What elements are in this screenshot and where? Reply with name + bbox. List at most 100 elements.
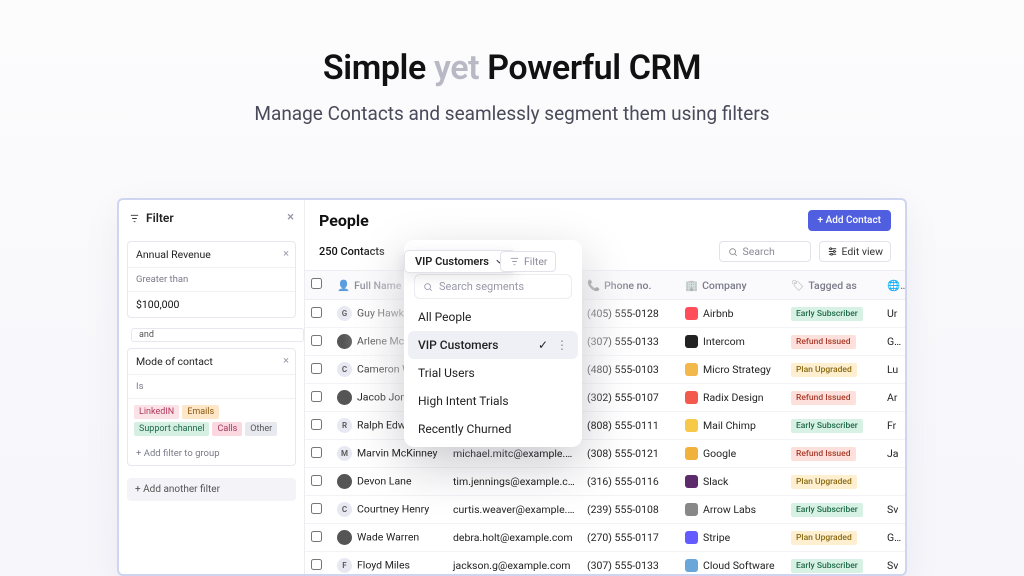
segment-item-label: VIP Customers <box>418 338 498 352</box>
contact-email: jackson.g@example.com <box>447 552 581 575</box>
filter-operator[interactable]: Is <box>128 375 295 399</box>
row-extra: Lu <box>881 356 905 384</box>
company-badge <box>685 559 698 572</box>
chip-other[interactable]: Other <box>245 422 277 436</box>
table-row[interactable]: Devon Lanetim.jennings@example.com(316) … <box>305 468 905 496</box>
sliders-icon <box>827 246 838 257</box>
avatar: G <box>337 306 352 321</box>
contact-phone: (239) 555-0108 <box>581 496 679 524</box>
row-checkbox[interactable] <box>311 503 322 514</box>
avatar: M <box>337 446 352 461</box>
hero-title-c: Powerful CRM <box>487 48 701 88</box>
contact-phone: (307) 555-0133 <box>581 552 679 575</box>
company-name: Google <box>703 447 736 460</box>
segment-item-label: High Intent Trials <box>418 394 509 408</box>
segment-item[interactable]: VIP Customers✓⋮ <box>408 331 578 359</box>
row-checkbox[interactable] <box>311 391 322 402</box>
contact-count: 250 Contacts <box>319 245 385 258</box>
hero-title-b: yet <box>434 48 487 88</box>
company-name: Intercom <box>703 335 745 348</box>
company-name: Mail Chimp <box>703 419 756 432</box>
chip-linkedin[interactable]: LinkedIN <box>134 405 179 419</box>
row-checkbox[interactable] <box>311 363 322 374</box>
table-row[interactable]: Wade Warrendebra.holt@example.com(270) 5… <box>305 524 905 552</box>
row-checkbox[interactable] <box>311 307 322 318</box>
filter-field[interactable]: Annual Revenue × <box>128 242 295 268</box>
filter-value[interactable]: $100,000 <box>128 292 295 317</box>
filter-field-label: Annual Revenue <box>136 248 211 261</box>
avatar <box>337 390 352 405</box>
segment-item[interactable]: All People <box>408 303 578 331</box>
filter-group-revenue: Annual Revenue × Greater than $100,000 <box>127 241 296 318</box>
select-all-checkbox[interactable] <box>311 278 322 289</box>
hero-subtitle: Manage Contacts and seamlessly segment t… <box>0 102 1024 125</box>
table-row[interactable]: FFloyd Milesjackson.g@example.com(307) 5… <box>305 552 905 575</box>
contact-phone: (405) 555-0128 <box>581 300 679 328</box>
row-checkbox[interactable] <box>311 475 322 486</box>
row-extra: Ge <box>881 524 905 552</box>
segment-item[interactable]: Recently Churned <box>408 415 578 443</box>
search-icon <box>728 247 738 257</box>
contact-name: Floyd Miles <box>357 558 410 571</box>
global-search[interactable]: Search <box>719 241 811 262</box>
contact-name: Wade Warren <box>357 530 419 543</box>
row-extra: Ur <box>881 300 905 328</box>
contact-name: Devon Lane <box>357 474 412 487</box>
edit-view-button[interactable]: Edit view <box>819 241 891 262</box>
status-tag: Refund Issued <box>791 447 856 461</box>
company-badge <box>685 419 698 432</box>
segment-search-placeholder: Search segments <box>439 280 524 293</box>
row-checkbox[interactable] <box>311 335 322 346</box>
chip-support[interactable]: Support channel <box>134 422 209 436</box>
table-row[interactable]: MMarvin McKinneymichael.mitc@example.com… <box>305 440 905 468</box>
page-title: People <box>319 211 369 230</box>
chip-emails[interactable]: Emails <box>182 405 219 419</box>
remove-filter-icon[interactable]: × <box>283 354 289 367</box>
search-placeholder: Search <box>743 245 775 258</box>
contact-name: Marvin McKinney <box>357 446 437 459</box>
segment-item[interactable]: Trial Users <box>408 359 578 387</box>
row-checkbox[interactable] <box>311 419 322 430</box>
company-name: Arrow Labs <box>703 503 756 516</box>
table-row[interactable]: Arlene McCoy(307) 555-0133IntercomRefund… <box>305 328 905 356</box>
filter-button[interactable]: Filter <box>500 251 556 272</box>
segment-search[interactable]: Search segments <box>414 274 572 299</box>
add-another-filter[interactable]: + Add another filter <box>127 478 296 501</box>
contact-phone: (307) 555-0133 <box>581 328 679 356</box>
search-icon <box>423 282 433 292</box>
person-icon: 👤 <box>337 279 350 292</box>
segment-item-label: Recently Churned <box>418 422 511 436</box>
table-row[interactable]: CCameron W.(480) 555-0103Micro StrategyP… <box>305 356 905 384</box>
table-row[interactable]: GGuy Hawkins(405) 555-0128AirbnbEarly Su… <box>305 300 905 328</box>
row-checkbox[interactable] <box>311 559 322 570</box>
contact-phone: (480) 555-0103 <box>581 356 679 384</box>
add-contact-button[interactable]: + Add Contact <box>808 210 891 231</box>
status-tag: Early Subscriber <box>791 559 863 573</box>
filter-joiner[interactable]: and <box>131 328 304 342</box>
row-checkbox[interactable] <box>311 531 322 542</box>
chip-calls[interactable]: Calls <box>212 422 242 436</box>
hero-title: Simple yet Powerful CRM <box>0 48 1024 88</box>
kebab-icon[interactable]: ⋮ <box>556 338 568 352</box>
company-badge <box>685 503 698 516</box>
table-row[interactable]: RRalph Edwardsexample.co…(808) 555-0111M… <box>305 412 905 440</box>
col-phone: 📞Phone no. <box>581 271 679 300</box>
phone-icon: 📞 <box>587 279 600 292</box>
segment-selected-label: VIP Customers <box>415 255 489 268</box>
row-extra <box>881 468 905 496</box>
company-badge <box>685 307 698 320</box>
close-filter-icon[interactable]: × <box>287 210 294 225</box>
status-tag: Refund Issued <box>791 335 856 349</box>
filter-icon <box>509 256 520 267</box>
remove-filter-icon[interactable]: × <box>283 247 289 260</box>
filter-field[interactable]: Mode of contact × <box>128 349 295 375</box>
avatar: C <box>337 362 352 377</box>
table-row[interactable]: Jacob Jones(302) 555-0107Radix DesignRef… <box>305 384 905 412</box>
avatar <box>337 334 352 349</box>
contact-phone: (308) 555-0121 <box>581 440 679 468</box>
row-checkbox[interactable] <box>311 447 322 458</box>
segment-item[interactable]: High Intent Trials <box>408 387 578 415</box>
filter-operator[interactable]: Greater than <box>128 268 295 292</box>
table-row[interactable]: CCourtney Henrycurtis.weaver@example.com… <box>305 496 905 524</box>
add-filter-to-group[interactable]: + Add filter to group <box>128 442 295 465</box>
